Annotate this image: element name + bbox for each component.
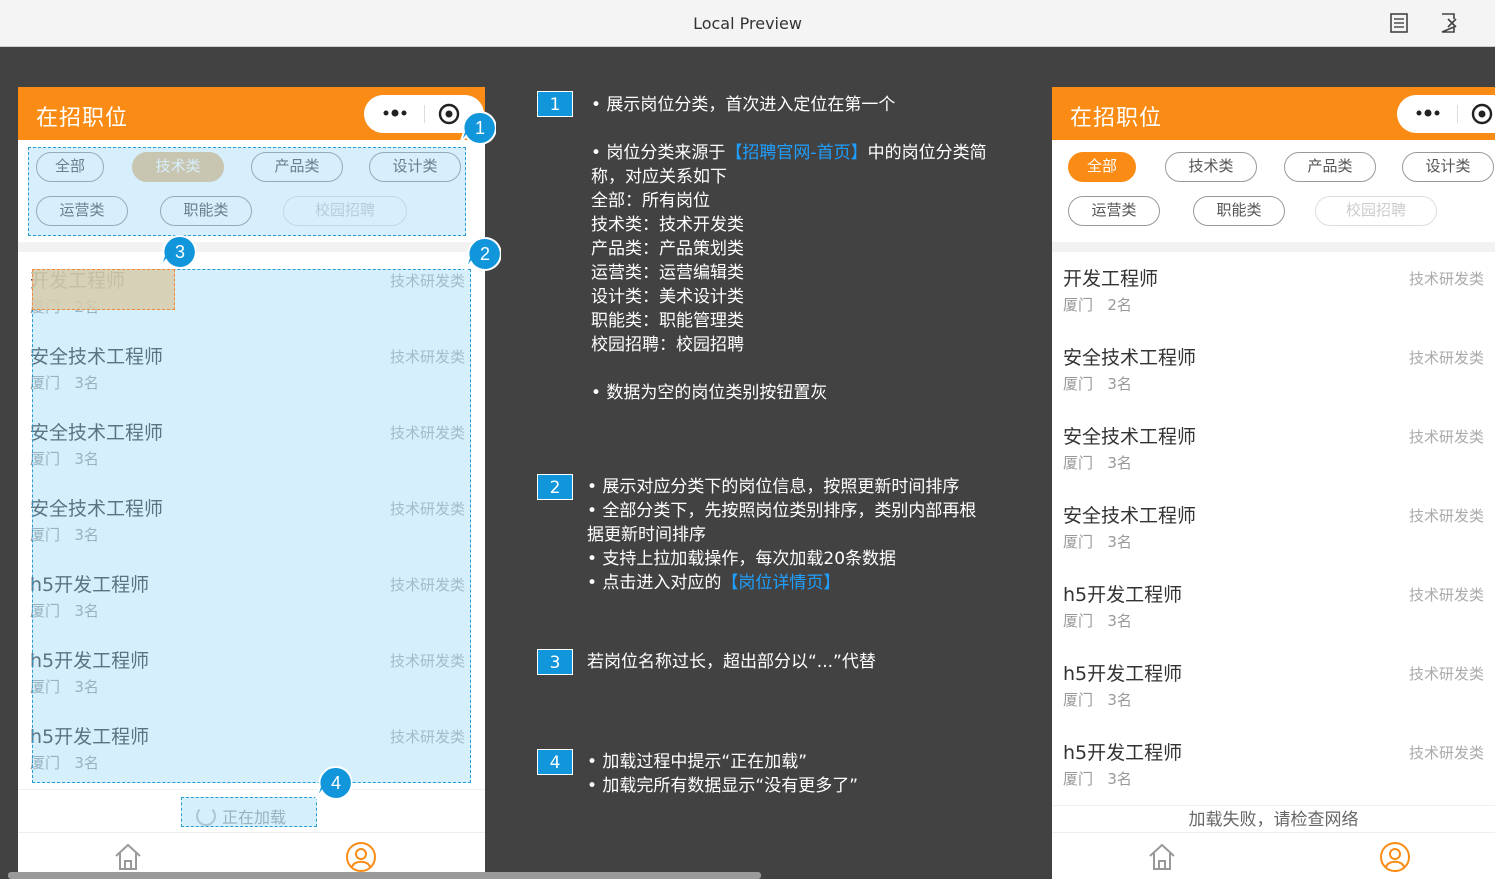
tab-all[interactable]: 全部 (1068, 152, 1136, 182)
tab-product[interactable]: 产品类 (1284, 152, 1376, 182)
job-meta: 厦门 3名 (1063, 533, 1132, 551)
callout-badge-2: 2 (464, 236, 501, 271)
job-name: 安全技术工程师 (1063, 505, 1197, 527)
svg-text:3: 3 (175, 242, 185, 262)
category-tabs: 全部 技术类 产品类 设计类 运营类 职能类 校园招聘 (1052, 140, 1495, 242)
job-category: 技术研发类 (1409, 665, 1485, 683)
job-row[interactable]: h5开发工程师 厦门 3名 技术研发类 (1052, 726, 1495, 806)
profile-icon[interactable] (1379, 841, 1411, 873)
annotation-number-2: 2 (537, 474, 573, 500)
overlay-region-1 (28, 147, 466, 236)
overlay-region-2 (32, 269, 471, 783)
miniprogram-capsule (1397, 95, 1495, 133)
phone-preview-annotated: 在招职位 全部 技术类 产品类 设计类 运营类 职能类 校园招聘 开发工程师 厦… (18, 87, 485, 879)
tab-design[interactable]: 设计类 (1402, 152, 1494, 182)
job-meta: 厦门 3名 (1063, 375, 1132, 393)
tab-campus[interactable]: 校园招聘 (1315, 196, 1437, 226)
job-row[interactable]: 安全技术工程师 厦门 3名 技术研发类 (1052, 331, 1495, 411)
job-row[interactable]: 安全技术工程师 厦门 3名 技术研发类 (1052, 489, 1495, 569)
page-title: 在招职位 (36, 106, 129, 131)
job-row[interactable]: h5开发工程师 厦门 3名 技术研发类 (1052, 568, 1495, 648)
job-category: 技术研发类 (1409, 270, 1485, 288)
home-icon[interactable] (112, 841, 144, 873)
annotation-4: • 加载过程中提示“正在加载” • 加载完所有数据显示“没有更多了” (587, 752, 859, 796)
window-title: Local Preview (693, 14, 802, 33)
job-meta: 厦门 3名 (1063, 770, 1132, 788)
job-category: 技术研发类 (1409, 744, 1485, 762)
job-name: h5开发工程师 (1063, 584, 1183, 606)
annotation-number-3: 3 (537, 649, 573, 675)
job-name: 安全技术工程师 (1063, 347, 1197, 369)
svg-text:1: 1 (475, 118, 485, 138)
svg-text:2: 2 (480, 244, 490, 264)
annotation-2: • 展示对应分类下的岗位信息，按照更新时间排序 • 全部分类下，先按照岗位类别排… (587, 477, 977, 593)
job-category: 技术研发类 (1409, 428, 1485, 446)
job-meta: 厦门 3名 (1063, 691, 1132, 709)
overlay-region-4 (181, 797, 317, 827)
tab-tech[interactable]: 技术类 (1165, 152, 1257, 182)
horizontal-scrollbar[interactable] (8, 872, 761, 879)
export-icon[interactable] (1440, 13, 1460, 33)
load-error-message: 加载失败，请检查网络 (1188, 810, 1359, 830)
annotation-3: 若岗位名称过长，超出部分以“...”代替 (587, 652, 876, 672)
close-target-icon[interactable] (438, 103, 460, 125)
job-row[interactable]: 安全技术工程师 厦门 3名 技术研发类 (1052, 410, 1495, 490)
job-meta: 厦门 3名 (1063, 454, 1132, 472)
close-target-icon[interactable] (1471, 103, 1493, 125)
app-header: 在招职位 (18, 87, 485, 140)
job-category: 技术研发类 (1409, 507, 1485, 525)
annotation-number-4: 4 (537, 749, 573, 775)
home-icon[interactable] (1146, 841, 1178, 873)
job-name: h5开发工程师 (1063, 742, 1183, 764)
capsule-divider (1457, 105, 1458, 123)
window-titlebar: Local Preview (0, 0, 1495, 47)
page-title: 在招职位 (1070, 106, 1163, 131)
job-name: h5开发工程师 (1063, 663, 1183, 685)
profile-icon[interactable] (345, 841, 377, 873)
job-row[interactable]: 开发工程师 厦门 2名 技术研发类 (1052, 252, 1495, 332)
more-icon[interactable] (1413, 103, 1443, 123)
job-category: 技术研发类 (1409, 349, 1485, 367)
app-header: 在招职位 (1052, 87, 1495, 140)
capsule-divider (424, 105, 425, 123)
phone-preview: 在招职位 全部 技术类 产品类 设计类 运营类 职能类 校园招聘 开发工程师 厦… (1052, 87, 1495, 879)
job-name: 安全技术工程师 (1063, 426, 1197, 448)
svg-text:4: 4 (331, 773, 341, 793)
job-meta: 厦门 2名 (1063, 296, 1132, 314)
callout-badge-4: 4 (315, 765, 352, 800)
job-row[interactable]: h5开发工程师 厦门 3名 技术研发类 (1052, 647, 1495, 727)
annotation-number-1: 1 (537, 91, 573, 117)
tab-functions[interactable]: 职能类 (1193, 196, 1285, 226)
tab-operations[interactable]: 运营类 (1068, 196, 1160, 226)
job-meta: 厦门 3名 (1063, 612, 1132, 630)
document-icon[interactable] (1389, 13, 1409, 33)
callout-badge-1: 1 (459, 110, 496, 145)
annotation-1: • 展示岗位分类，首次进入定位在第一个 • 岗位分类来源于【招聘官网-首页】中的… (591, 95, 987, 403)
more-icon[interactable] (380, 103, 410, 123)
job-category: 技术研发类 (1409, 586, 1485, 604)
overlay-region-3 (32, 269, 175, 310)
section-divider (1052, 242, 1495, 252)
bottom-tabbar (1052, 832, 1495, 879)
section-divider (18, 242, 485, 252)
job-name: 开发工程师 (1063, 268, 1159, 290)
callout-badge-3: 3 (159, 234, 196, 269)
